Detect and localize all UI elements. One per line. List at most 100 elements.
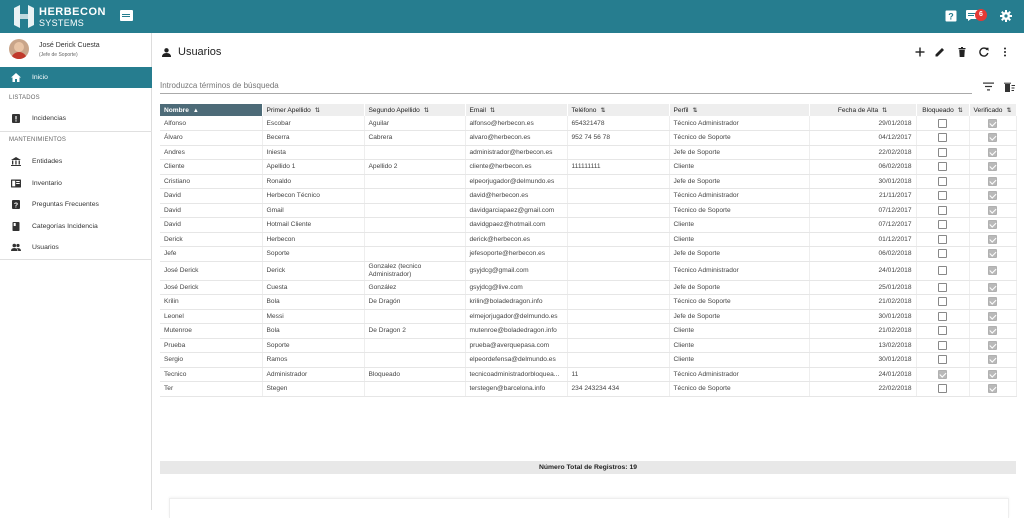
table-row[interactable]: Jefe Soporte jefesoporte@herbecon.es Jefe d…: [160, 246, 1017, 262]
blocked-checkbox[interactable]: [938, 266, 947, 275]
sort-icon[interactable]: ⇅: [315, 108, 320, 114]
sort-icon[interactable]: ⇅: [882, 108, 887, 114]
table-row[interactable]: Krilin Bola De Dragón krilin@boladedragon.i…: [160, 294, 1017, 310]
sort-icon[interactable]: ⇅: [490, 108, 495, 114]
verified-checkbox[interactable]: [988, 326, 997, 336]
verified-checkbox[interactable]: [988, 355, 997, 365]
blocked-checkbox[interactable]: [938, 205, 947, 215]
verified-checkbox[interactable]: [988, 234, 997, 244]
add-icon[interactable]: [914, 47, 925, 58]
sidebar-item-categorias-incidencia[interactable]: Categorías Incidencia: [0, 216, 152, 237]
blocked-checkbox[interactable]: [938, 191, 947, 201]
table-row[interactable]: Cristiano Ronaldo elpeorjugador@delmundo.e…: [160, 174, 1017, 189]
notifications-badge[interactable]: 6: [975, 9, 987, 21]
table-row[interactable]: David Gmail davidgarciapaez@gmail.com Técni…: [160, 203, 1017, 218]
verified-checkbox[interactable]: [988, 297, 997, 307]
verified-checkbox[interactable]: [988, 249, 997, 259]
table-row[interactable]: Andres Iniesta administrador@herbecon.es Je…: [160, 145, 1017, 160]
verified-checkbox[interactable]: [988, 282, 997, 292]
verified-checkbox[interactable]: [988, 118, 997, 128]
column-header[interactable]: Teléfono ⇅: [567, 104, 670, 116]
verified-checkbox[interactable]: [988, 266, 997, 275]
sort-icon[interactable]: ⇅: [958, 108, 963, 114]
search-input[interactable]: Introduzca términos de búsqueda: [160, 79, 972, 94]
sidebar-item-preguntas-frecuentes[interactable]: ? Preguntas Frecuentes: [0, 194, 152, 215]
table-cell: 234 243234 434: [567, 381, 670, 397]
verified-checkbox[interactable]: [988, 311, 997, 321]
refresh-icon[interactable]: [978, 47, 989, 58]
column-header[interactable]: Verificado ⇅: [969, 104, 1017, 116]
blocked-checkbox[interactable]: [938, 147, 947, 157]
sort-icon[interactable]: ⇅: [600, 108, 605, 114]
table-row[interactable]: Sergio Ramos elpeordefensa@delmundo.es Clie…: [160, 352, 1017, 368]
verified-checkbox[interactable]: [988, 205, 997, 215]
column-header[interactable]: Fecha de Alta ⇅: [809, 104, 917, 116]
table-row[interactable]: Cliente Apellido 1 Apellido 2 cliente@herbe…: [160, 159, 1017, 175]
blocked-checkbox[interactable]: [938, 326, 947, 336]
blocked-checkbox[interactable]: [938, 340, 947, 350]
sidebar-item-inventario[interactable]: Inventario: [0, 173, 152, 194]
column-header[interactable]: Primer Apellido ⇅: [262, 104, 365, 116]
table-row[interactable]: Leonel Messi elmejorjugador@delmundo.es Jef…: [160, 309, 1017, 324]
herbecon-logo[interactable]: HERBECON SYSTEMS: [12, 4, 105, 30]
column-header[interactable]: Segundo Apellido ⇅: [364, 104, 466, 116]
more-options-icon[interactable]: [999, 47, 1010, 58]
sidebar-item-incidencias[interactable]: Incidencias: [0, 108, 152, 129]
sort-icon[interactable]: ⇅: [424, 108, 429, 114]
sort-icon[interactable]: ⇅: [1006, 108, 1011, 114]
verified-checkbox[interactable]: [988, 369, 997, 379]
blocked-checkbox[interactable]: [938, 249, 947, 259]
table-row[interactable]: José Derick Cuesta González gsyjdcg@live.co…: [160, 280, 1017, 295]
table-row[interactable]: Tecnico Administrador Bloqueado tecnicoadmi…: [160, 367, 1017, 382]
user-profile[interactable]: José Derick Cuesta (Jefe de Soporte): [0, 33, 152, 66]
table-row[interactable]: Ter Stegen terstegen@barcelona.info 234 243…: [160, 381, 1017, 397]
menu-icon[interactable]: [120, 10, 133, 21]
column-header[interactable]: Nombre ▲: [160, 104, 263, 116]
blocked-checkbox[interactable]: [938, 220, 947, 230]
blocked-checkbox[interactable]: [938, 118, 947, 128]
table-row[interactable]: Prueba Soporte prueba@averquepasa.com Clien…: [160, 338, 1017, 353]
table-row[interactable]: Derick Herbecon derick@herbecon.es Cliente 0…: [160, 232, 1017, 247]
blocked-checkbox[interactable]: [938, 311, 947, 321]
table-row[interactable]: José Derick Derick Gonzalez (tecnico Admin…: [160, 261, 1017, 281]
blocked-checkbox[interactable]: [938, 133, 947, 143]
delete-icon[interactable]: [956, 47, 967, 58]
column-header[interactable]: Perfil ⇅: [669, 104, 810, 116]
blocked-checkbox[interactable]: [938, 384, 947, 394]
blocked-checkbox[interactable]: [938, 162, 947, 172]
table-cell: Ter: [160, 381, 263, 397]
blocked-checkbox[interactable]: [938, 355, 947, 365]
table-cell: Iniesta: [262, 145, 365, 160]
verified-checkbox[interactable]: [988, 176, 997, 186]
table-cell: alfonso@herbecon.es: [465, 116, 568, 131]
blocked-checkbox[interactable]: [938, 282, 947, 292]
sidebar-item-inicio[interactable]: Inicio: [0, 67, 152, 88]
verified-checkbox[interactable]: [988, 220, 997, 230]
table-row[interactable]: Mutenroe Bola De Dragon 2 mutenroe@boladedr…: [160, 323, 1017, 339]
edit-icon[interactable]: [934, 47, 945, 58]
sidebar-item-usuarios[interactable]: Usuarios: [0, 237, 152, 258]
table-row[interactable]: Alfonso Escobar Aguilar alfonso@herbecon.es…: [160, 116, 1017, 131]
verified-checkbox[interactable]: [988, 162, 997, 172]
verified-checkbox[interactable]: [988, 340, 997, 350]
clear-filter-icon[interactable]: [1003, 82, 1015, 92]
sort-ascending-icon[interactable]: ▲: [193, 108, 199, 114]
blocked-checkbox[interactable]: [938, 234, 947, 244]
table-row[interactable]: Álvaro Becerra Cabrera alvaro@herbecon.es 95…: [160, 130, 1017, 146]
verified-checkbox[interactable]: [988, 191, 997, 201]
sidebar-item-entidades[interactable]: Entidades: [0, 151, 152, 172]
filter-icon[interactable]: [982, 82, 994, 92]
column-header[interactable]: Bloqueado ⇅: [916, 104, 970, 116]
blocked-checkbox[interactable]: [938, 297, 947, 307]
verified-checkbox[interactable]: [988, 147, 997, 157]
table-row[interactable]: David Herbecon Técnico david@herbecon.es Té…: [160, 188, 1017, 204]
sort-icon[interactable]: ⇅: [693, 108, 698, 114]
help-icon[interactable]: ?: [944, 10, 957, 23]
verified-checkbox[interactable]: [988, 384, 997, 394]
blocked-checkbox[interactable]: [938, 176, 947, 186]
settings-icon[interactable]: [999, 10, 1012, 23]
verified-checkbox[interactable]: [988, 133, 997, 143]
table-row[interactable]: David Hotmail Cliente davidgpaez@hotmail.c…: [160, 217, 1017, 233]
column-header[interactable]: Email ⇅: [465, 104, 568, 116]
blocked-checkbox[interactable]: [938, 369, 947, 379]
